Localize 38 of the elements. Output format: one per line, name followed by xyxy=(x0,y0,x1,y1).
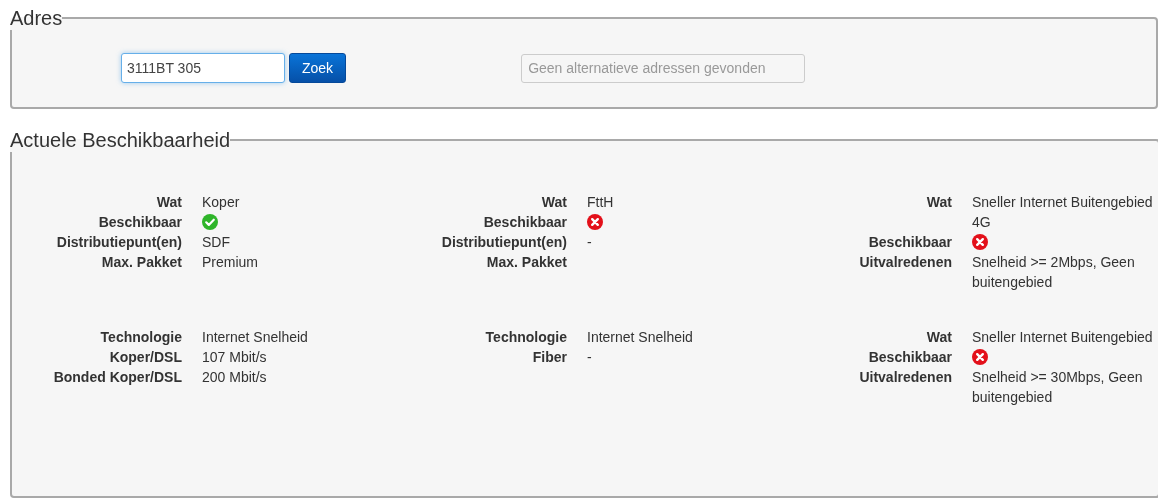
field-value: FttH xyxy=(587,194,614,210)
field-label: Max. Pakket xyxy=(101,253,182,272)
field-label: Beschikbaar xyxy=(98,213,182,232)
search-button[interactable]: Zoek xyxy=(289,53,347,83)
field-label: Fiber xyxy=(532,348,567,367)
field-label: Wat xyxy=(926,328,952,347)
field-label: Max. Pakket xyxy=(486,253,567,272)
field-label: Bonded Koper/DSL xyxy=(53,368,182,387)
field-label: Uitvalredenen xyxy=(859,368,952,387)
field-value: Sneller Internet Buitengebied 4G xyxy=(972,194,1153,230)
field-label: Wat xyxy=(156,193,182,212)
field-label: Distributiepunt(en) xyxy=(441,233,567,252)
field-value: - xyxy=(587,234,592,250)
field-value: Snelheid >= 30Mbps, Geen buitengebied xyxy=(972,369,1143,405)
section-title: Actuele Beschikbaarheid xyxy=(10,128,231,152)
field-value: 200 Mbit/s xyxy=(202,369,267,385)
field-label: Koper/DSL xyxy=(109,348,182,367)
field-value: Premium xyxy=(202,254,258,270)
field-value: Sneller Internet Buitengebied xyxy=(972,329,1153,345)
field-label: Wat xyxy=(541,193,567,212)
field-label: Uitvalredenen xyxy=(859,253,952,272)
field-value: Internet Snelheid xyxy=(202,329,308,345)
field-label: Distributiepunt(en) xyxy=(56,233,182,252)
section-title: Adres xyxy=(10,6,63,30)
field-value: 107 Mbit/s xyxy=(202,349,267,365)
field-label: Beschikbaar xyxy=(483,213,567,232)
field-label: Beschikbaar xyxy=(868,233,952,252)
field-value: Internet Snelheid xyxy=(587,329,693,345)
field-label: Wat xyxy=(926,193,952,212)
field-label: Technologie xyxy=(485,328,567,347)
field-label: Beschikbaar xyxy=(868,348,952,367)
alternatives-field[interactable]: Geen alternatieve adressen gevonden xyxy=(521,53,806,83)
field-value: Koper xyxy=(202,194,240,210)
address-input[interactable]: 3111BT 305 xyxy=(121,53,285,83)
field-value: - xyxy=(587,349,592,365)
field-value: Snelheid >= 2Mbps, Geen buitengebied xyxy=(972,254,1135,290)
field-label: Technologie xyxy=(100,328,182,347)
field-value: SDF xyxy=(202,234,230,250)
